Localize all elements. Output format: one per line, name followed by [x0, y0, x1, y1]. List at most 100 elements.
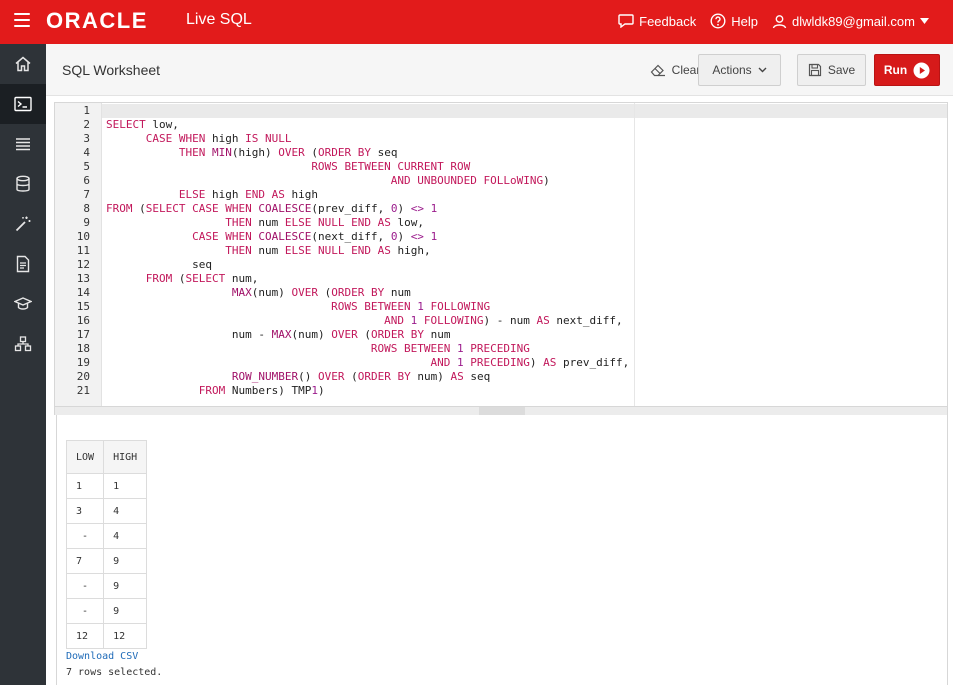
column-header-low: LOW	[65, 440, 105, 474]
download-csv-link[interactable]: Download CSV	[66, 651, 138, 662]
line-number: 11	[76, 244, 90, 257]
actions-button[interactable]: Actions	[698, 54, 781, 86]
actions-label: Actions	[712, 63, 752, 77]
line-number: 18	[76, 342, 90, 355]
left-nav	[0, 44, 46, 685]
code-line: AND 1 FOLLOWING) - num AS next_diff,	[384, 314, 623, 327]
terminal-icon[interactable]	[0, 84, 46, 124]
chevron-down-icon	[758, 67, 767, 73]
line-number: 4	[83, 146, 90, 159]
graduation-icon[interactable]	[0, 284, 46, 324]
table-row: 34	[65, 498, 148, 524]
splitter-handle[interactable]	[479, 407, 525, 418]
table-cell: 3	[65, 498, 105, 524]
speech-bubble-icon	[618, 14, 634, 28]
code-line: FROM (SELECT num,	[145, 272, 259, 285]
table-cell: 9	[103, 598, 148, 624]
table-row: 11	[65, 473, 148, 499]
code-line: AND UNBOUNDED FOLLoWING)	[390, 174, 550, 187]
clear-label: Clear	[671, 63, 701, 77]
code-line: seq	[106, 258, 212, 271]
product-name[interactable]: Live SQL	[186, 11, 252, 29]
results-table: LOW HIGH 1 1 3 4-4 7 9-9-9 12 12	[65, 440, 148, 649]
code-line: ROWS BETWEEN 1 FOLLOWING	[331, 300, 491, 313]
list-icon[interactable]	[0, 124, 46, 164]
table-row: -9	[65, 573, 148, 599]
line-number: 8	[83, 202, 90, 215]
save-button[interactable]: Save	[797, 54, 866, 86]
document-icon[interactable]	[0, 244, 46, 284]
pane-splitter[interactable]	[54, 407, 948, 418]
line-number: 7	[83, 188, 90, 201]
table-cell: -	[65, 598, 105, 624]
line-number: 19	[76, 356, 90, 369]
code-line: ROWS BETWEEN CURRENT ROW	[311, 160, 471, 173]
line-number: 15	[76, 300, 90, 313]
line-number: 10	[76, 230, 90, 243]
user-icon	[772, 14, 787, 28]
database-icon[interactable]	[0, 164, 46, 204]
line-number: 3	[83, 132, 90, 145]
code-line: num - MAX(num) OVER (ORDER BY num	[106, 328, 451, 341]
schema-icon[interactable]	[0, 324, 46, 364]
run-button[interactable]: Run	[874, 54, 940, 86]
line-number-gutter: 1 2 3 4 5 6 7 8 9 10 11 12 13 14 15 16 17 18 19 20 21	[55, 103, 102, 406]
code-line: CASE WHEN COALESCE(next_diff, 0) <> 1	[192, 230, 438, 243]
table-row: 12 12	[65, 623, 148, 649]
oracle-logo[interactable]: ORACLE	[46, 8, 148, 34]
code-line: ROW_NUMBER() OVER (ORDER BY num) AS seq	[231, 370, 491, 383]
code-line: ROWS BETWEEN 1 PRECEDING	[370, 342, 530, 355]
line-number: 12	[76, 258, 90, 271]
current-line-highlight	[55, 104, 947, 118]
play-icon	[913, 62, 930, 78]
line-number: 13	[76, 272, 90, 285]
table-cell: 1	[65, 473, 105, 499]
results-pane: LOW HIGH 1 1 3 4-4 7 9-9-9 12 12 Download CSV 7…	[56, 415, 948, 685]
code-line: THEN num ELSE NULL END AS high,	[225, 244, 431, 257]
table-cell: -	[65, 573, 105, 599]
help-icon	[710, 13, 726, 29]
wand-icon[interactable]	[0, 204, 46, 244]
code-line: AND 1 PRECEDING) AS prev_diff,	[430, 356, 630, 369]
feedback-label: Feedback	[639, 13, 697, 29]
caret-down-icon	[920, 18, 929, 24]
page-title: SQL Worksheet	[62, 62, 161, 78]
save-label: Save	[827, 63, 856, 77]
line-number: 9	[83, 216, 90, 229]
feedback-link[interactable]: Feedback	[618, 14, 696, 29]
worksheet-header: SQL Worksheet Clear Actions Save Run	[46, 44, 953, 96]
sql-editor[interactable]: 1 2 3 4 5 6 7 8 9 10 11 12 13 14 15 16 17 18 19 20 21 SELECT…	[54, 102, 948, 407]
table-cell: 1	[103, 473, 148, 499]
line-number: 6	[83, 174, 90, 187]
code-line: THEN num ELSE NULL END AS low,	[225, 216, 424, 229]
top-links: Feedback Help dlwldk89@gmail.com	[618, 13, 929, 29]
user-menu[interactable]: dlwldk89@gmail.com	[772, 14, 929, 29]
line-number: 1	[83, 104, 90, 117]
user-email: dlwldk89@gmail.com	[791, 13, 915, 29]
line-number: 2	[83, 118, 90, 131]
save-icon	[808, 63, 821, 77]
table-cell: 7	[65, 548, 105, 574]
help-link[interactable]: Help	[710, 13, 758, 29]
line-number: 20	[76, 370, 90, 383]
code-line: MAX(num) OVER (ORDER BY num	[231, 286, 411, 299]
table-row: -9	[65, 598, 148, 624]
hamburger-icon[interactable]	[14, 13, 30, 27]
line-number: 21	[76, 384, 90, 397]
table-cell: 4	[103, 498, 148, 524]
table-row: -4	[65, 523, 148, 549]
table-cell: 9	[103, 548, 148, 574]
line-number: 16	[76, 314, 90, 327]
line-number: 5	[83, 160, 90, 173]
table-row: 79	[65, 548, 148, 574]
home-icon[interactable]	[0, 44, 46, 84]
code-line: SELECT low,	[106, 118, 179, 131]
table-cell: 12	[103, 623, 148, 649]
run-label: Run	[883, 63, 908, 77]
code-line: FROM Numbers) TMP1)	[198, 384, 325, 397]
rows-selected-status: 7 rows selected.	[66, 667, 163, 678]
top-bar: ORACLE Live SQL Feedback Help dlwldk89@g…	[0, 0, 953, 44]
table-cell: 12	[65, 623, 105, 649]
print-margin	[634, 103, 635, 406]
code-line: ELSE high END AS high	[178, 188, 318, 201]
